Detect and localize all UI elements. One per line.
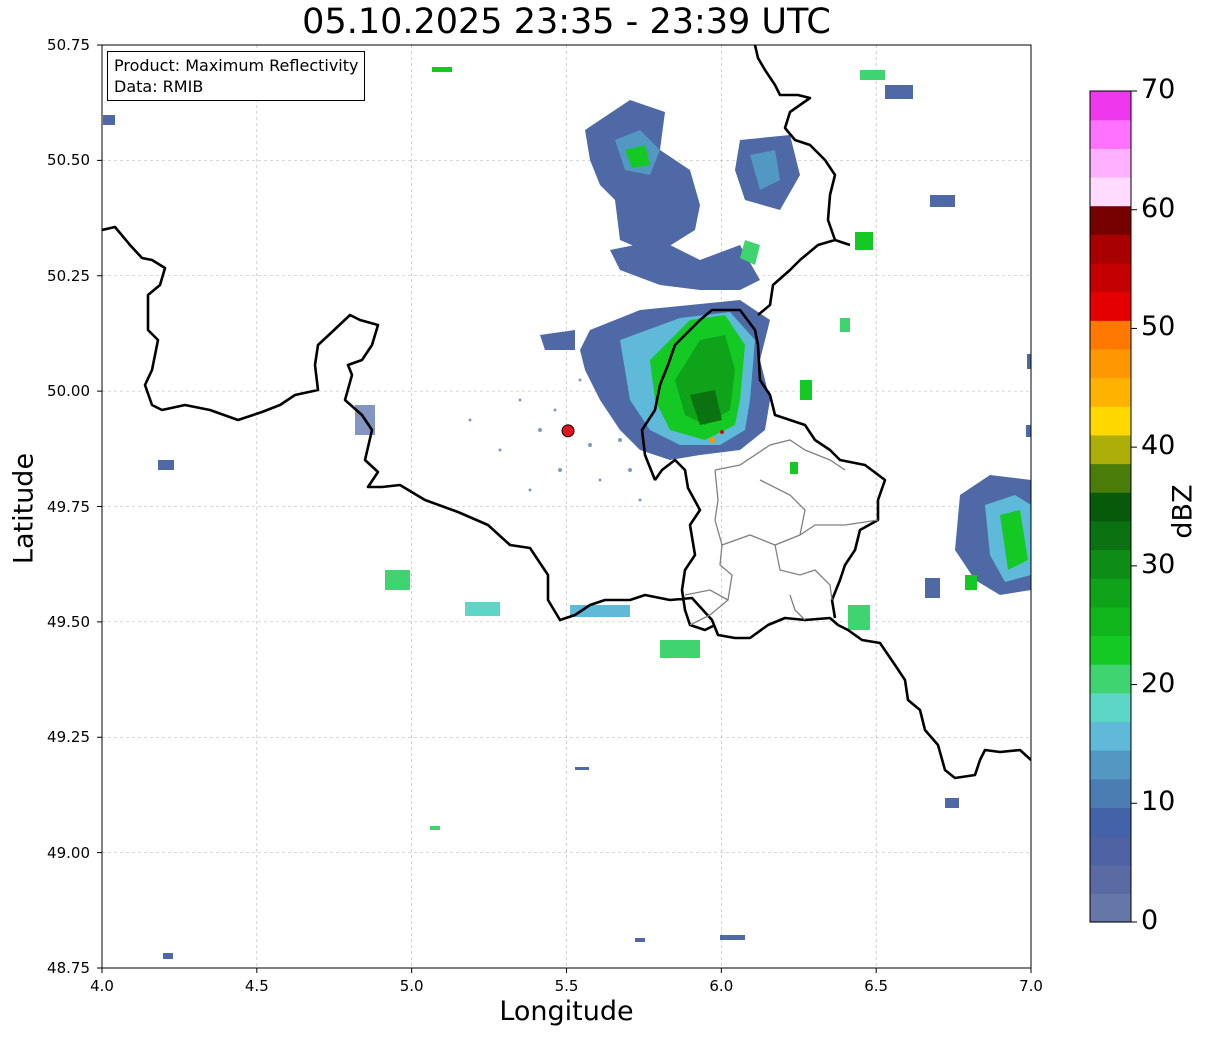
colorbar-segment [1090,205,1131,235]
colorbar-tick-label: 30 [1141,548,1176,580]
radar-site-marker [561,424,575,438]
colorbar-segment [1090,778,1131,808]
x-tick-label: 5.5 [554,977,579,995]
colorbar [1090,91,1131,923]
colorbar-segment [1090,864,1131,894]
colorbar-segment [1090,176,1131,207]
y-tick-label: 50.75 [47,36,90,54]
colorbar-segment [1090,91,1131,121]
colorbar-segment [1090,635,1131,665]
colorbar-segment [1090,721,1131,751]
y-tick-label: 50.00 [47,382,90,401]
colorbar-segment [1090,549,1131,579]
x-axis-label: Longitude [499,996,634,1027]
colorbar-segment [1090,406,1131,436]
colorbar-segment [1090,262,1131,293]
colorbar-segment [1090,234,1131,264]
x-tick-label: 6.0 [709,977,734,995]
product-label: Product: Maximum Reflectivity [114,56,359,75]
x-tick-label: 7.0 [1019,977,1043,995]
y-axis-label: Latitude [8,452,40,565]
colorbar-segment [1090,520,1131,551]
colorbar-segment [1090,807,1131,837]
colorbar-tick-marks [1131,90,1137,923]
y-tick-label: 49.50 [47,612,90,631]
colorbar-segment [1090,148,1131,178]
colorbar-tick-label: 70 [1141,74,1176,105]
colorbar-tick-label: 50 [1141,311,1176,343]
colorbar-segment [1090,463,1131,493]
colorbar-segment [1090,492,1131,522]
colorbar-segment [1090,606,1131,637]
radar-map [97,44,1137,973]
y-tick-label: 49.25 [47,728,90,747]
colorbar-segment [1090,291,1131,321]
y-tick-label: 48.75 [47,959,90,977]
colorbar-tick-label: 60 [1141,192,1176,224]
colorbar-segment [1090,434,1131,465]
x-tick-label: 4.0 [90,977,114,995]
colorbar-segment [1090,578,1131,608]
colorbar-label: dBZ [1167,484,1199,539]
y-tick-label: 50.25 [47,266,90,285]
colorbar-segment [1090,836,1131,866]
x-tick-label: 6.5 [864,977,889,995]
colorbar-segment [1090,377,1131,407]
colorbar-tick-label: 20 [1141,667,1176,699]
y-tick-label: 50.50 [47,151,90,170]
x-tick-label: 5.0 [399,977,424,995]
colorbar-tick-label: 10 [1141,786,1176,818]
colorbar-segment [1090,348,1131,379]
x-tick-label: 4.5 [244,977,269,995]
colorbar-tick-label: 0 [1141,905,1159,936]
colorbar-segment [1090,320,1131,350]
colorbar-segment [1090,893,1131,923]
y-tick-label: 49.00 [47,843,90,862]
colorbar-segment [1090,664,1131,694]
colorbar-segment [1090,119,1131,149]
colorbar-tick-label: 40 [1141,430,1176,462]
colorbar-segment [1090,692,1131,723]
data-source-label: Data: RMIB [114,77,204,96]
product-info-box: Product: Maximum Reflectivity Data: RMIB [107,51,366,101]
colorbar-segment [1090,750,1131,780]
